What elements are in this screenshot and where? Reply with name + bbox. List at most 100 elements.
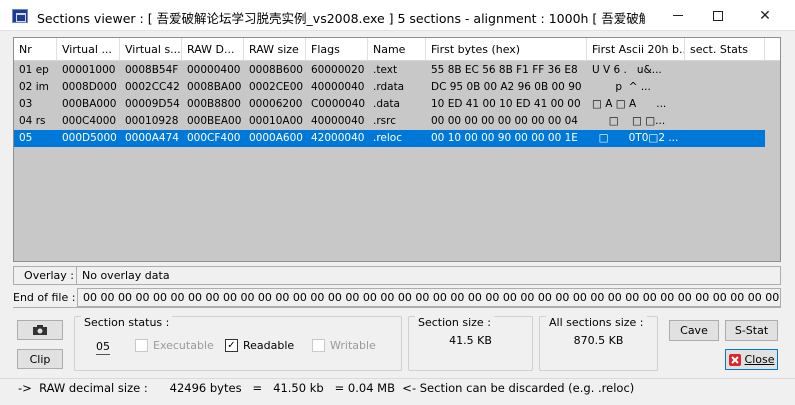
cell-raw-size: 0002CE00 xyxy=(249,81,304,93)
cell-virtual-size: 0000A474 xyxy=(125,132,179,144)
cell-name: .rdata xyxy=(373,81,405,93)
cell-first-bytes: 10 ED 41 00 10 ED 41 00 00 xyxy=(431,98,581,110)
column-header-virtual-size[interactable]: Virtual s... xyxy=(120,38,182,61)
status-bar: -> RAW decimal size : 42496 bytes = 41.5… xyxy=(0,378,795,396)
cell-raw-data: 000BEA00 xyxy=(187,115,242,127)
all-sections-size-title: All sections size : xyxy=(546,316,647,329)
table-row[interactable]: 03 000BA000 00009D54 000B8800 00006200 C… xyxy=(14,96,780,113)
cell-first-ascii: p ^ ... xyxy=(592,81,651,93)
cell-nr: 01 ep xyxy=(19,64,49,76)
maximize-icon xyxy=(713,10,723,21)
cell-virtual-size: 0002CC42 xyxy=(125,81,180,93)
sections-table[interactable]: Nr Virtual ... Virtual s... RAW D... RAW… xyxy=(13,37,781,262)
cell-name: .reloc xyxy=(373,132,402,144)
cave-button[interactable]: Cave xyxy=(669,320,719,341)
end-of-file-row: End of file : 00 00 00 00 00 00 00 00 00… xyxy=(13,288,781,308)
row-trailing-gap xyxy=(765,130,780,147)
cell-sect-stats xyxy=(685,79,765,96)
cell-sect-stats xyxy=(685,96,765,113)
end-of-file-label: End of file : xyxy=(13,291,76,304)
table-row[interactable]: 02 im 0008D000 0002CC42 0008BA00 0002CE0… xyxy=(14,79,780,96)
cell-virtual-address: 00001000 xyxy=(62,64,116,76)
cell-nr: 03 xyxy=(19,98,33,110)
cell-virtual-address: 0008D000 xyxy=(62,81,117,93)
cell-flags: 42000040 xyxy=(311,132,365,144)
column-header-sect-stats[interactable]: sect. Stats xyxy=(685,38,765,61)
section-status-group: Section status : 05 Executable ✓ Readabl… xyxy=(74,316,402,371)
cell-virtual-size: 00010928 xyxy=(125,115,179,127)
overlay-label: Overlay : xyxy=(24,269,74,282)
readable-checkbox[interactable]: ✓ Readable xyxy=(225,339,294,352)
cell-first-ascii: U V 6 . u&... xyxy=(592,64,662,76)
cell-first-ascii: □ □ □... xyxy=(592,115,666,127)
writable-checkbox-box xyxy=(312,339,325,352)
column-header-nr[interactable]: Nr xyxy=(14,38,57,61)
executable-label: Executable xyxy=(153,339,214,352)
cell-flags: C0000040 xyxy=(311,98,366,110)
minimize-icon xyxy=(673,15,683,16)
cell-first-bytes: 55 8B EC 56 8B F1 FF 36 E8 xyxy=(431,64,578,76)
executable-checkbox[interactable]: Executable xyxy=(135,339,214,352)
section-size-title: Section size : xyxy=(415,316,494,329)
cell-name: .rsrc xyxy=(373,115,396,127)
cell-first-bytes: 00 00 00 00 00 00 00 00 04 xyxy=(431,115,578,127)
cell-name: .text xyxy=(373,64,398,76)
cell-virtual-address: 000BA000 xyxy=(62,98,117,110)
writable-checkbox[interactable]: Writable xyxy=(312,339,376,352)
checkmark-icon: ✓ xyxy=(225,339,238,352)
cell-raw-size: 00006200 xyxy=(249,98,303,110)
cell-raw-size: 00010A00 xyxy=(249,115,303,127)
cell-sect-stats xyxy=(685,130,765,147)
table-header: Nr Virtual ... Virtual s... RAW D... RAW… xyxy=(14,38,780,61)
cell-nr: 02 im xyxy=(19,81,49,93)
title-bar: Sections viewer : [ 吾爱破解论坛学习脱壳实例_vs2008.… xyxy=(0,0,795,31)
column-header-first-bytes[interactable]: First bytes (hex) xyxy=(426,38,587,61)
overlay-row: Overlay : No overlay data xyxy=(13,266,781,285)
cell-first-ascii: □ 0T0□2 ... xyxy=(592,132,679,144)
cell-flags: 60000020 xyxy=(311,64,365,76)
section-status-title: Section status : xyxy=(81,316,173,329)
cell-name: .data xyxy=(373,98,400,110)
column-header-name[interactable]: Name xyxy=(368,38,426,61)
column-header-flags[interactable]: Flags xyxy=(306,38,368,61)
clip-button[interactable]: Clip xyxy=(17,349,63,369)
cell-flags: 40000040 xyxy=(311,81,365,93)
cell-first-bytes: 00 10 00 00 90 00 00 00 1E xyxy=(431,132,578,144)
cell-virtual-address: 000C4000 xyxy=(62,115,117,127)
all-sections-size-value: 870.5 KB xyxy=(573,334,624,347)
red-x-icon xyxy=(728,353,741,366)
camera-icon xyxy=(33,325,47,335)
table-row-selected[interactable]: 05 000D5000 0000A474 000CF400 0000A600 4… xyxy=(14,130,780,147)
sstat-button[interactable]: S-Stat xyxy=(725,320,778,341)
cell-nr: 04 rs xyxy=(19,115,46,127)
cell-raw-data: 0008BA00 xyxy=(187,81,242,93)
executable-checkbox-box xyxy=(135,339,148,352)
close-button-label: Close xyxy=(744,353,775,366)
column-header-virtual-address[interactable]: Virtual ... xyxy=(57,38,120,61)
overlay-value: No overlay data xyxy=(76,267,780,284)
section-number-field[interactable]: 05 xyxy=(96,339,110,355)
section-size-group: Section size : 41.5 KB xyxy=(408,316,533,371)
section-size-value: 41.5 KB xyxy=(449,334,492,347)
cell-raw-data: 000B8800 xyxy=(187,98,241,110)
close-window-button[interactable]: ✕ xyxy=(742,0,788,31)
table-row[interactable]: 04 rs 000C4000 00010928 000BEA00 00010A0… xyxy=(14,113,780,130)
clip-button-label: Clip xyxy=(29,352,51,366)
cell-first-ascii: □ A □ A ... xyxy=(592,98,667,110)
cell-flags: 40000040 xyxy=(311,115,365,127)
camera-button[interactable] xyxy=(17,320,63,340)
cell-virtual-size: 0008B54F xyxy=(125,64,179,76)
close-button[interactable]: Close xyxy=(725,349,778,370)
window-title: Sections viewer : [ 吾爱破解论坛学习脱壳实例_vs2008.… xyxy=(37,11,645,26)
table-row[interactable]: 01 ep 00001000 0008B54F 00000400 0008B60… xyxy=(14,62,780,79)
maximize-button[interactable] xyxy=(695,0,741,31)
column-header-raw-size[interactable]: RAW size xyxy=(244,38,306,61)
sstat-button-label: S-Stat xyxy=(734,324,769,337)
end-of-file-value[interactable]: 00 00 00 00 00 00 00 00 00 00 00 00 00 0… xyxy=(77,288,781,307)
cell-virtual-address: 000D5000 xyxy=(62,132,117,144)
writable-label: Writable xyxy=(330,339,376,352)
cell-nr: 05 xyxy=(19,132,33,144)
cell-raw-data: 00000400 xyxy=(187,64,241,76)
column-header-first-ascii[interactable]: First Ascii 20h b... xyxy=(587,38,685,61)
column-header-raw-data[interactable]: RAW D... xyxy=(182,38,244,61)
